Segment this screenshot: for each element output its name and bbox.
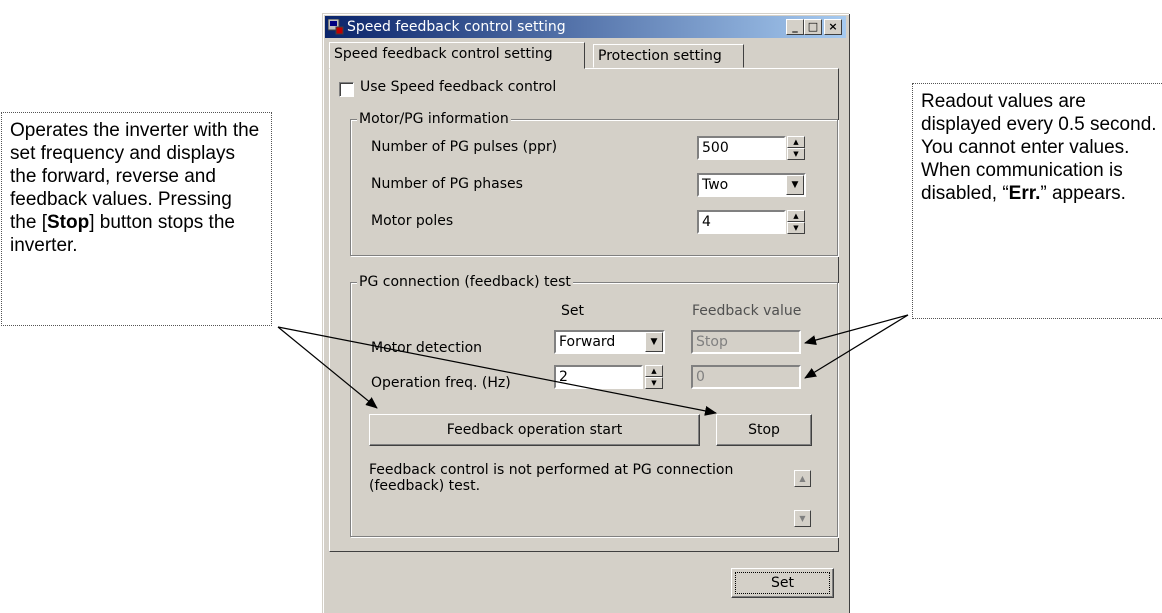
- arrow-to-stop-button: [277, 326, 717, 416]
- callout-arrows: [277, 314, 909, 416]
- arrow-to-motor-feedback: [804, 314, 909, 345]
- tab-speed-feedback[interactable]: Speed feedback control setting: [329, 42, 585, 69]
- arrow-to-start-button: [277, 326, 378, 409]
- arrow-to-freq-feedback: [804, 314, 909, 379]
